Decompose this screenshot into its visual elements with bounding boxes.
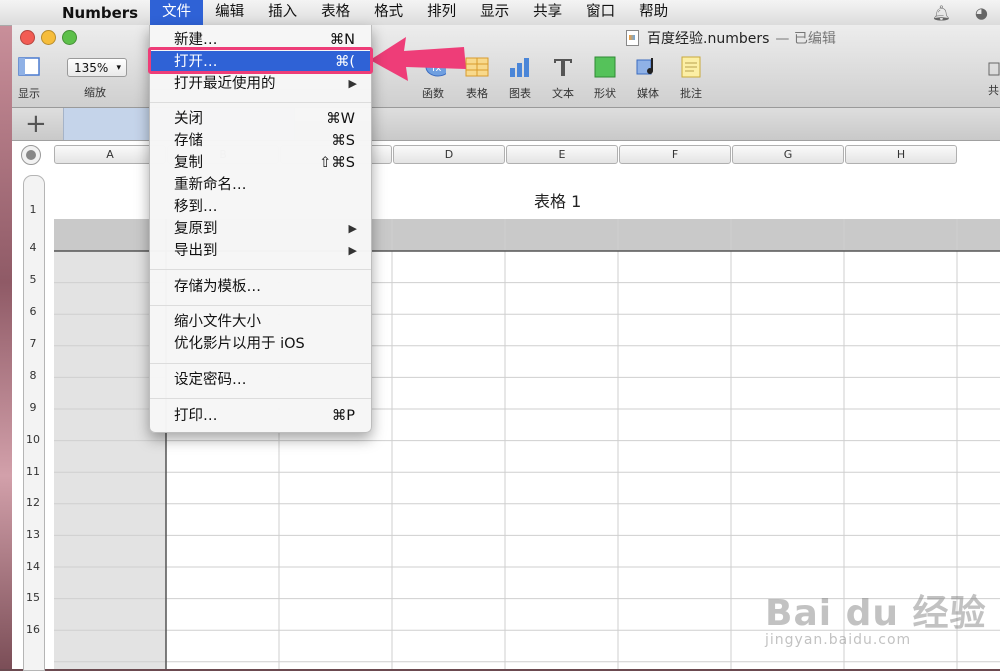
menu-separator [150,305,371,306]
shape-square-icon [594,56,616,78]
menu-arrange[interactable]: 排列 [415,0,468,25]
menu-view[interactable]: 显示 [468,0,521,25]
qq-icon[interactable]: ◕ [975,4,988,22]
zoom-select[interactable]: 135% [67,58,127,78]
sidebar-view-icon [18,57,40,76]
file-menu-dropdown: 新建… ⌘N 打开… ⌘( 打开最近使用的 ▶ 关闭 ⌘W 存储 ⌘S 复制 ⇧⌘S 重新命… [149,25,372,433]
row-header-7[interactable]: 7 [23,337,43,350]
function-tool-label: 函数 [422,87,444,100]
add-sheet-button[interactable]: + [25,109,47,139]
row-header-8[interactable]: 8 [23,369,43,382]
row-header-5[interactable]: 5 [23,273,43,286]
annotation-highlight-box [148,47,373,74]
menu-item-print[interactable]: 打印… ⌘P [150,405,371,427]
view-tool[interactable]: 显示 [16,55,42,101]
comment-note-icon [681,56,701,78]
submenu-arrow-icon: ▶ [348,244,357,257]
menu-bar: Numbers 文件 编辑 插入 表格 格式 排列 显示 共享 窗口 帮助 🔔︎… [0,0,1000,26]
row-header-14[interactable]: 14 [23,560,43,573]
share-tool[interactable]: 共 [987,55,1000,98]
text-t-icon [554,59,572,76]
row-header-4[interactable]: 4 [23,241,43,254]
document-icon [626,30,639,46]
bar-chart-icon [510,58,529,77]
desktop-background [0,25,12,669]
row-header-12[interactable]: 12 [23,496,43,509]
row-header-15[interactable]: 15 [23,591,43,604]
text-tool[interactable]: 文本 [550,55,576,101]
menu-item-save-as-template[interactable]: 存储为模板… [150,276,371,298]
menu-file[interactable]: 文件 [150,0,204,25]
zoom-label: 缩放 [84,86,106,99]
row-header-10[interactable]: 10 [23,433,43,446]
menu-insert[interactable]: 插入 [256,0,309,25]
window-title: 百度经验.numbers — 已编辑 [626,28,836,48]
shape-tool[interactable]: 形状 [592,55,618,101]
column-header-e[interactable]: E [506,145,618,164]
row-header-9[interactable]: 9 [23,401,43,414]
text-tool-label: 文本 [552,87,574,100]
column-header-h[interactable]: H [845,145,957,164]
menu-item-revert-to[interactable]: 复原到 ▶ [150,218,371,240]
media-tool-label: 媒体 [637,87,659,100]
menu-share[interactable]: 共享 [521,0,574,25]
edit-status: — 已编辑 [775,31,836,47]
baidu-watermark: Bai du 经验 jingyan.baidu.com [765,584,987,648]
share-tool-label: 共 [988,84,999,97]
submenu-arrow-icon: ▶ [348,77,357,90]
menu-separator [150,363,371,364]
menu-item-duplicate[interactable]: 复制 ⇧⌘S [150,152,371,174]
table-tool-label: 表格 [466,87,488,100]
submenu-arrow-icon: ▶ [348,222,357,235]
column-header-f[interactable]: F [619,145,731,164]
column-header-g[interactable]: G [732,145,844,164]
menu-edit[interactable]: 编辑 [203,0,256,25]
table-title[interactable]: 表格 1 [534,188,581,212]
comment-tool-label: 批注 [680,87,702,100]
row-header-13[interactable]: 13 [23,528,43,541]
chart-tool-label: 图表 [509,87,531,100]
view-tool-label: 显示 [18,87,40,100]
row-header-6[interactable]: 6 [23,305,43,318]
column-header-d[interactable]: D [393,145,505,164]
menu-item-open-recent[interactable]: 打开最近使用的 ▶ [150,73,371,95]
media-tool[interactable]: 媒体 [635,55,661,101]
menu-table[interactable]: 表格 [309,0,362,25]
document-name: 百度经验.numbers [647,31,770,47]
menu-format[interactable]: 格式 [362,0,415,25]
notification-bell-icon[interactable]: 🔔︎ [932,4,951,22]
media-music-icon [636,58,654,75]
menu-item-move-to[interactable]: 移到… [150,196,371,218]
menu-help[interactable]: 帮助 [627,0,680,25]
menu-app-name[interactable]: Numbers [50,4,150,22]
row-header-11[interactable]: 11 [23,465,43,478]
row-header-16[interactable]: 16 [23,623,43,636]
menu-separator [150,398,371,399]
menu-window[interactable]: 窗口 [574,0,627,25]
annotation-arrow-icon [370,37,466,81]
menu-item-export-to[interactable]: 导出到 ▶ [150,240,371,262]
chart-tool[interactable]: 图表 [507,55,533,101]
close-window-button[interactable] [20,30,35,45]
menu-item-rename[interactable]: 重新命名… [150,174,371,196]
menu-item-close[interactable]: 关闭 ⌘W [150,108,371,130]
comment-tool[interactable]: 批注 [678,55,704,101]
minimize-window-button[interactable] [41,30,56,45]
watermark-brand: Bai du 经验 [765,593,987,634]
menu-item-reduce-file-size[interactable]: 缩小文件大小 [150,311,371,333]
menu-item-set-password[interactable]: 设定密码… [150,369,371,391]
menu-separator [150,102,371,103]
menu-item-optimize-movies-ios[interactable]: 优化影片以用于 iOS [150,333,371,355]
row-header-1[interactable]: 1 [23,203,43,216]
share-icon [988,62,1000,76]
zoom-window-button[interactable] [62,30,77,45]
menu-item-save[interactable]: 存储 ⌘S [150,130,371,152]
select-all-button[interactable] [21,145,41,165]
menu-separator [150,269,371,270]
shape-tool-label: 形状 [594,87,616,100]
